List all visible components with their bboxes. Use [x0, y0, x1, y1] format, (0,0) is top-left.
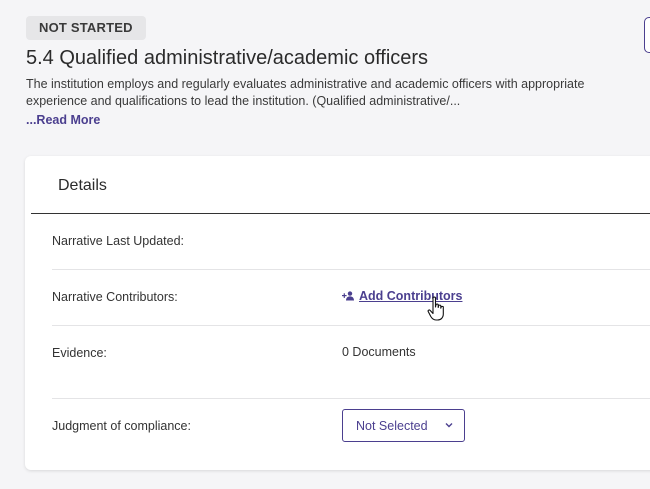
standard-description: The institution employs and regularly ev… — [26, 77, 585, 108]
judgment-label: Judgment of compliance: — [52, 419, 191, 433]
details-card: Details Narrative Last Updated: Narrativ… — [25, 156, 650, 470]
add-contributors-label: Add Contributors — [359, 289, 463, 303]
details-title: Details — [58, 177, 107, 194]
narrative-last-updated-row: Narrative Last Updated: — [52, 214, 650, 270]
narrative-contributors-row: Narrative Contributors: Add Contributors — [52, 270, 650, 326]
chevron-down-icon — [445, 423, 453, 428]
narrative-contributors-label: Narrative Contributors: — [52, 290, 178, 304]
page-title: 5.4 Qualified administrative/academic of… — [26, 47, 429, 69]
evidence-row: Evidence: 0 Documents — [52, 326, 650, 399]
judgment-row: Judgment of compliance: Not Selected — [52, 399, 650, 459]
judgment-select[interactable]: Not Selected — [342, 409, 465, 442]
evidence-count: 0 Documents — [342, 345, 416, 359]
evidence-label: Evidence: — [52, 346, 107, 360]
status-badge: NOT STARTED — [26, 16, 146, 40]
hand-cursor-icon — [427, 296, 444, 321]
edge-action-button[interactable] — [644, 17, 650, 53]
add-user-icon — [342, 291, 354, 301]
narrative-last-updated-label: Narrative Last Updated: — [52, 234, 185, 248]
judgment-selected-value: Not Selected — [356, 418, 428, 433]
read-more-link[interactable]: ...Read More — [26, 113, 100, 127]
